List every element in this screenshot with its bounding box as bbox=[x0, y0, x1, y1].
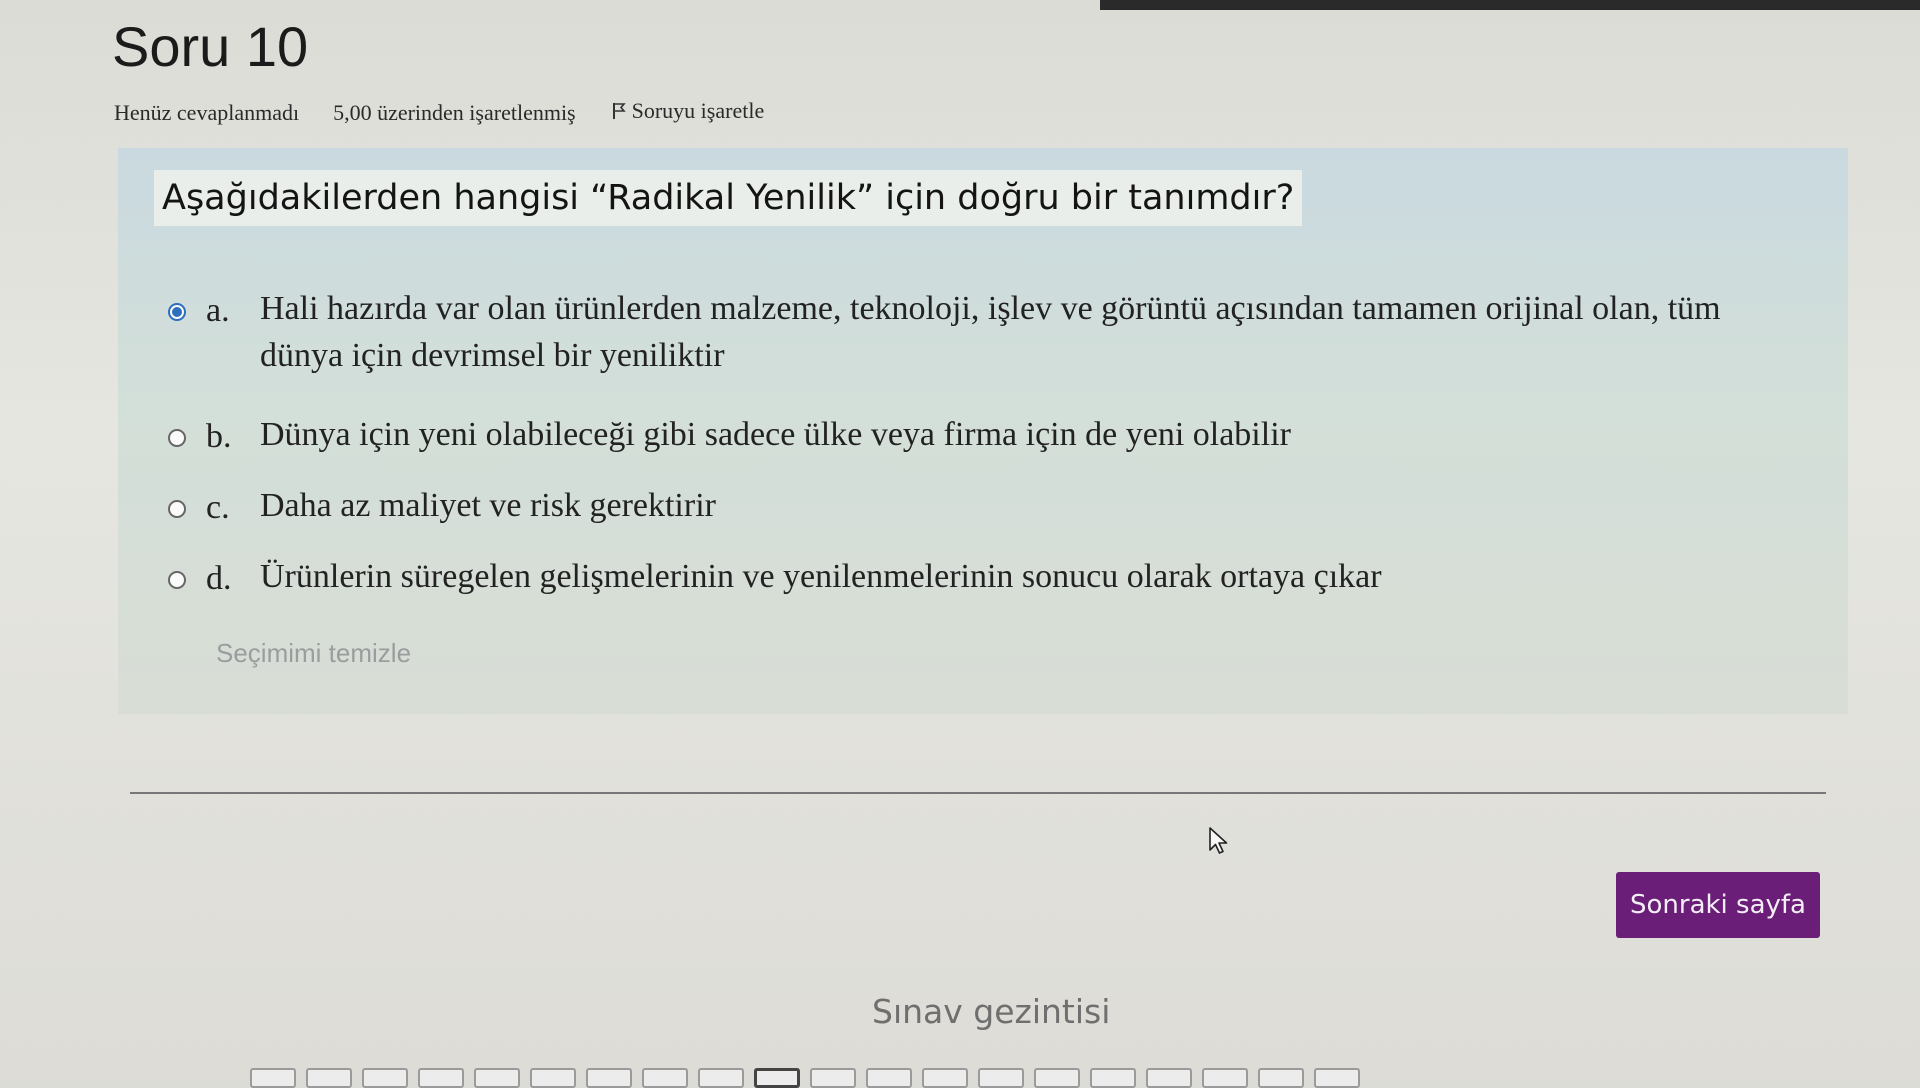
quiz-nav-question[interactable] bbox=[1258, 1068, 1304, 1088]
quiz-nav-question[interactable] bbox=[1146, 1068, 1192, 1088]
window-top-edge bbox=[1100, 0, 1920, 10]
answer-letter: d. bbox=[206, 560, 232, 597]
quiz-nav-question[interactable] bbox=[530, 1068, 576, 1088]
quiz-nav-question[interactable] bbox=[698, 1068, 744, 1088]
flag-question-link[interactable]: Soruyu işaretle bbox=[612, 98, 765, 124]
quiz-nav-question[interactable] bbox=[586, 1068, 632, 1088]
quiz-nav-question-current[interactable] bbox=[754, 1068, 800, 1088]
quiz-nav-question[interactable] bbox=[978, 1068, 1024, 1088]
answer-letter: a. bbox=[206, 292, 230, 329]
flag-question-label: Soruyu işaretle bbox=[631, 98, 765, 123]
quiz-nav-question[interactable] bbox=[362, 1068, 408, 1088]
clear-choice-link[interactable]: Seçimimi temizle bbox=[216, 638, 411, 669]
question-text: Aşağıdakilerden hangisi “Radikal Yenilik… bbox=[154, 170, 1303, 226]
radio-button-a[interactable] bbox=[168, 303, 186, 321]
answer-text: Dünya için yeni olabileceği gibi sadece … bbox=[260, 416, 1291, 453]
question-grade: 5,00 üzerinden işaretlenmiş bbox=[333, 100, 576, 125]
quiz-nav-question[interactable] bbox=[250, 1068, 296, 1088]
quiz-nav-question[interactable] bbox=[1034, 1068, 1080, 1088]
mouse-pointer-icon bbox=[1209, 827, 1228, 854]
quiz-nav-question[interactable] bbox=[922, 1068, 968, 1088]
quiz-navigation-title: Sınav gezintisi bbox=[872, 992, 1111, 1031]
answer-letter: b. bbox=[206, 418, 232, 455]
next-page-button[interactable]: Sonraki sayfa bbox=[1616, 872, 1820, 938]
quiz-nav-question[interactable] bbox=[866, 1068, 912, 1088]
question-state: Henüz cevaplanmadı bbox=[114, 100, 300, 125]
answer-option-d[interactable]: d. Ürünlerin süregelen gelişmelerinin ve… bbox=[168, 558, 1382, 600]
answer-text: Daha az maliyet ve risk gerektirir bbox=[260, 487, 716, 524]
answer-text: Hali hazırda var olan ürünlerden malzeme… bbox=[260, 290, 1721, 374]
quiz-nav-question[interactable] bbox=[1202, 1068, 1248, 1088]
quiz-nav-question[interactable] bbox=[1314, 1068, 1360, 1088]
quiz-nav-question[interactable] bbox=[642, 1068, 688, 1088]
answer-option-a[interactable]: a. Hali hazırda var olan ürünlerden malz… bbox=[168, 290, 1828, 379]
answer-text: Ürünlerin süregelen gelişmelerinin ve ye… bbox=[260, 558, 1382, 595]
radio-button-b[interactable] bbox=[168, 429, 186, 447]
quiz-nav-question[interactable] bbox=[306, 1068, 352, 1088]
quiz-nav-question[interactable] bbox=[810, 1068, 856, 1088]
question-title: Soru 10 bbox=[112, 15, 309, 78]
quiz-nav-question[interactable] bbox=[418, 1068, 464, 1088]
quiz-nav-question[interactable] bbox=[474, 1068, 520, 1088]
radio-button-d[interactable] bbox=[168, 571, 186, 589]
quiz-nav-question[interactable] bbox=[1090, 1068, 1136, 1088]
radio-button-c[interactable] bbox=[168, 500, 186, 518]
quiz-navigation bbox=[250, 1068, 1360, 1088]
answer-letter: c. bbox=[206, 489, 230, 526]
question-box: Aşağıdakilerden hangisi “Radikal Yenilik… bbox=[118, 148, 1848, 714]
question-info: Henüz cevaplanmadı 5,00 üzerinden işaret… bbox=[114, 98, 764, 126]
flag-icon bbox=[612, 103, 626, 119]
divider bbox=[130, 792, 1826, 794]
answer-option-c[interactable]: c. Daha az maliyet ve risk gerektirir bbox=[168, 487, 716, 529]
answer-option-b[interactable]: b. Dünya için yeni olabileceği gibi sade… bbox=[168, 416, 1291, 458]
